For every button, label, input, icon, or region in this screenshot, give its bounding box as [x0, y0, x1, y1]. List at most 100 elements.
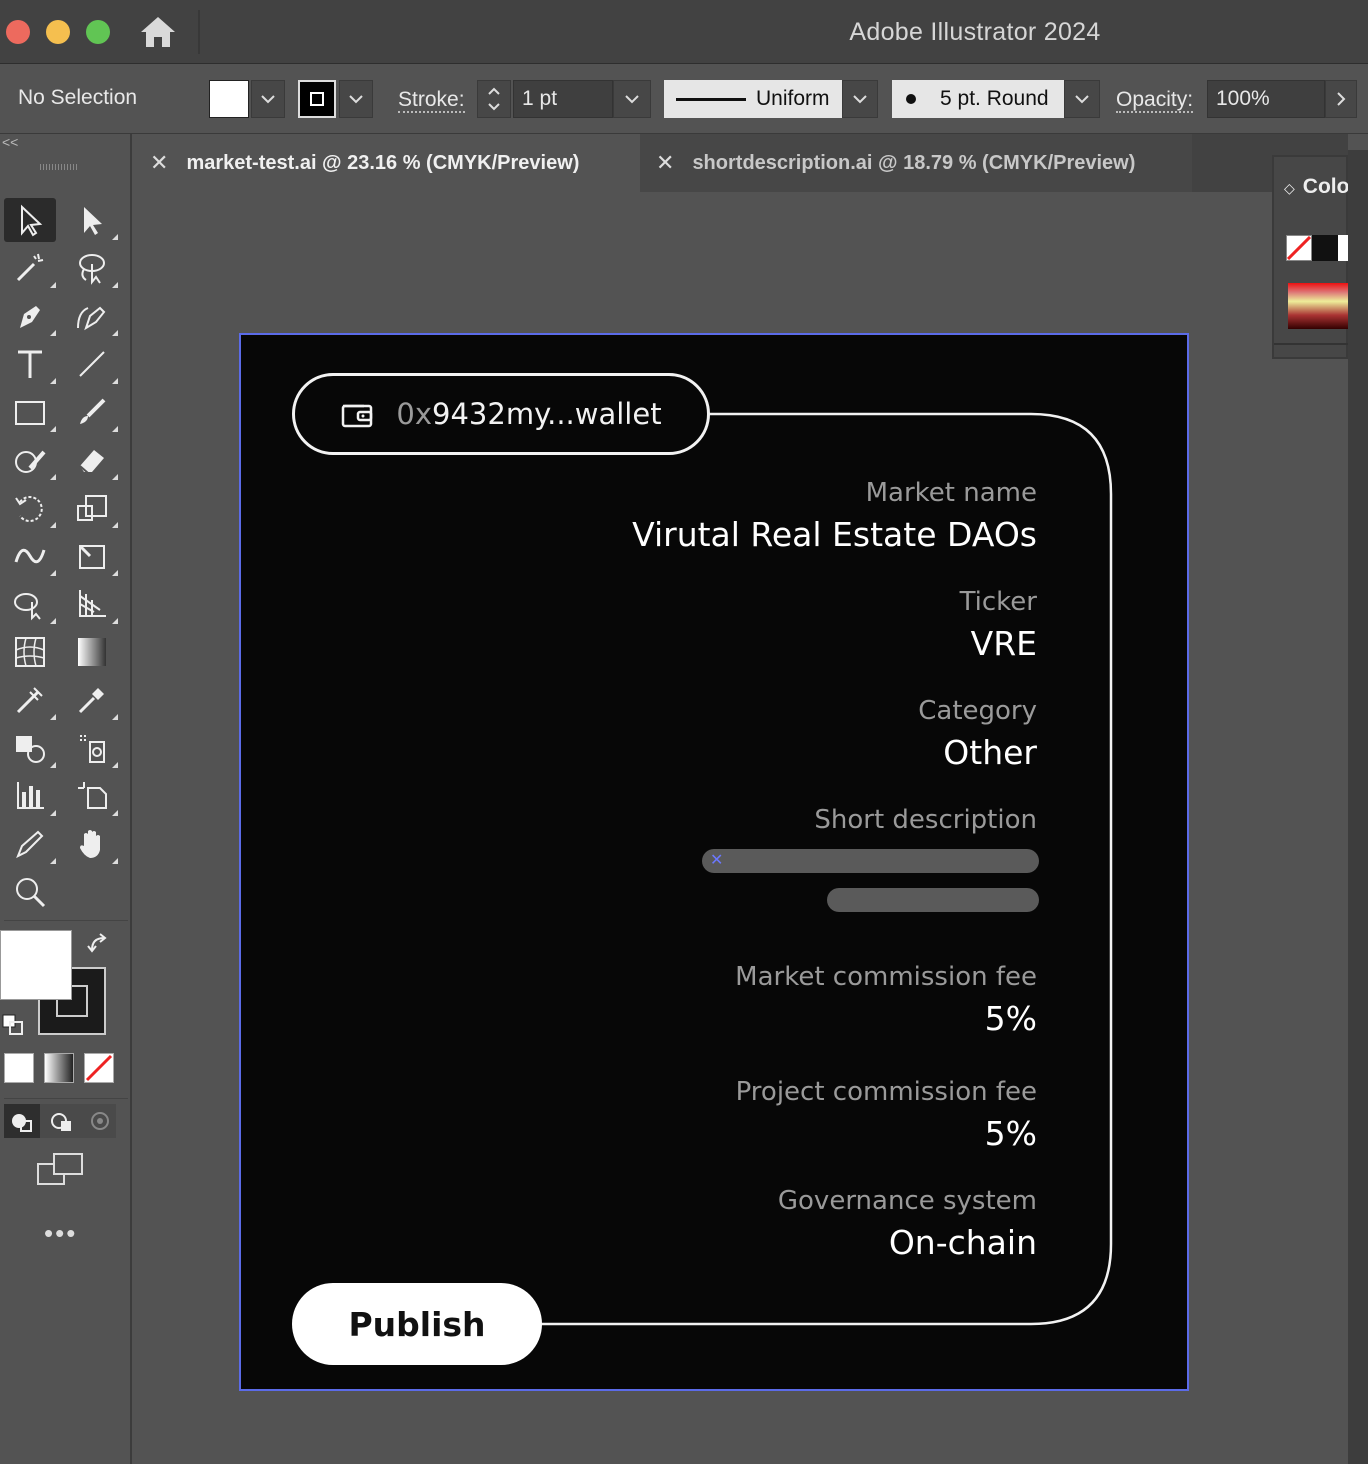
more-tools-icon[interactable]: •••	[44, 1218, 77, 1249]
rotate-tool[interactable]	[4, 486, 56, 530]
market-name-label: Market name	[865, 478, 1037, 508]
zoom-tool[interactable]	[4, 870, 56, 914]
brush-dropdown-button[interactable]	[1064, 80, 1100, 118]
pen-nib-icon	[20, 306, 40, 328]
slice-tool[interactable]	[4, 822, 56, 866]
stroke-color-dropdown-button[interactable]	[339, 80, 373, 118]
eraser-tool[interactable]	[66, 438, 118, 482]
title-separator	[198, 10, 200, 54]
governance-system-value: On-chain	[888, 1223, 1037, 1262]
close-window-button[interactable]	[6, 20, 30, 44]
short-description-label: Short description	[814, 805, 1037, 835]
fill-color-box[interactable]	[0, 930, 72, 1000]
column-graph-tool[interactable]	[4, 774, 56, 818]
brush-definition-value: 5 pt. Round	[940, 87, 1049, 110]
type-t-icon	[18, 350, 42, 378]
symbol-sprayer-tool[interactable]	[66, 726, 118, 770]
live-paint-icon	[16, 736, 45, 763]
wallet-icon	[342, 404, 373, 428]
tab-shortdescription[interactable]: ✕ shortdescription.ai @ 18.79 % (CMYK/Pr…	[640, 134, 1192, 192]
rectangle-icon	[15, 401, 45, 425]
fill-color-swatch[interactable]	[209, 80, 249, 118]
magnifier-icon	[16, 878, 46, 908]
draw-normal-button[interactable]	[4, 1104, 40, 1138]
swap-fill-stroke-icon[interactable]	[86, 930, 114, 963]
lasso-tool[interactable]	[66, 246, 118, 290]
project-commission-fee-label: Project commission fee	[735, 1077, 1037, 1107]
wallet-prefix: 0x	[396, 397, 433, 431]
column-graph-icon	[17, 782, 44, 809]
artboard-tool[interactable]	[66, 774, 118, 818]
color-mode-button[interactable]	[4, 1053, 34, 1083]
none-swatch[interactable]	[1286, 235, 1312, 261]
live-paint-bucket-tool[interactable]	[4, 726, 56, 770]
screen-mode-button[interactable]	[36, 1152, 84, 1193]
market-name-value: Virutal Real Estate DAOs	[632, 515, 1037, 554]
none-mode-button[interactable]	[84, 1053, 114, 1083]
stroke-label[interactable]: Stroke:	[398, 89, 465, 113]
paintbrush-tool[interactable]	[66, 390, 118, 434]
pen-tool[interactable]	[4, 294, 56, 338]
home-icon[interactable]	[138, 14, 178, 50]
blend-icon	[16, 687, 43, 714]
gradient-mode-button[interactable]	[44, 1053, 74, 1083]
wallet-address-pill[interactable]: 0x 9432my...wallet	[292, 373, 710, 455]
wallet-address: 9432my...wallet	[432, 397, 662, 431]
category-value: Other	[943, 733, 1037, 772]
shape-builder-tool[interactable]	[4, 582, 56, 626]
rectangle-tool[interactable]	[4, 390, 56, 434]
close-tab-icon[interactable]: ✕	[150, 150, 168, 176]
line-segment-icon	[79, 351, 105, 377]
draw-behind-icon	[51, 1113, 71, 1131]
eyedropper-tool[interactable]	[66, 678, 118, 722]
stroke-color-swatch[interactable]	[298, 80, 336, 118]
profile-dropdown-button[interactable]	[842, 80, 878, 118]
perspective-grid-tool[interactable]	[66, 582, 118, 626]
gradient-tool[interactable]	[66, 630, 118, 674]
hand-tool[interactable]	[66, 822, 118, 866]
default-fill-stroke-icon[interactable]	[2, 1014, 24, 1041]
width-tool[interactable]	[4, 534, 56, 578]
stroke-weight-input[interactable]: 1 pt	[513, 80, 613, 118]
blend-tool[interactable]	[4, 678, 56, 722]
panel-grip[interactable]	[40, 164, 78, 170]
stroke-weight-stepper[interactable]	[477, 80, 511, 118]
mesh-tool[interactable]	[4, 630, 56, 674]
line-segment-tool[interactable]	[66, 342, 118, 386]
variable-width-profile-value: Uniform	[756, 87, 830, 110]
stroke-weight-dropdown-button[interactable]	[613, 80, 651, 118]
tab-market-test[interactable]: ✕ market-test.ai @ 23.16 % (CMYK/Preview…	[134, 134, 640, 192]
curvature-pen-icon	[77, 306, 106, 331]
artboard-icon	[78, 782, 107, 809]
publish-button[interactable]: Publish	[292, 1283, 542, 1365]
tab-label: shortdescription.ai @ 18.79 % (CMYK/Prev…	[692, 151, 1136, 174]
selection-tool[interactable]	[4, 198, 56, 242]
color-panel-title[interactable]: ◇ Colo	[1284, 175, 1349, 199]
type-tool[interactable]	[4, 342, 56, 386]
minimize-window-button[interactable]	[46, 20, 70, 44]
draw-inside-button[interactable]	[82, 1104, 118, 1138]
opacity-expand-button[interactable]	[1325, 80, 1357, 118]
draw-behind-button[interactable]	[44, 1104, 80, 1138]
close-tab-icon[interactable]: ✕	[656, 150, 674, 176]
collapse-panel-icon[interactable]: <<	[2, 134, 18, 150]
artboard[interactable]: 0x 9432my...wallet Market name Virutal Re…	[239, 333, 1189, 1391]
fill-dropdown-button[interactable]	[251, 80, 285, 118]
variable-width-profile-select[interactable]: Uniform	[664, 80, 842, 118]
black-swatch[interactable]	[1312, 235, 1338, 261]
lasso-icon	[79, 254, 105, 285]
shape-builder-icon	[14, 593, 41, 621]
shaper-tool[interactable]	[4, 438, 56, 482]
direct-selection-tool[interactable]	[66, 198, 118, 242]
short-description-placeholder-line: ✕	[702, 849, 1039, 873]
magic-wand-tool[interactable]	[4, 246, 56, 290]
opacity-input[interactable]: 100%	[1207, 80, 1325, 118]
free-transform-tool[interactable]	[66, 534, 118, 578]
scale-tool[interactable]	[66, 486, 118, 530]
panel-toggle-icon[interactable]: ◇	[1284, 180, 1295, 196]
curvature-tool[interactable]	[66, 294, 118, 338]
brush-definition-select[interactable]: 5 pt. Round	[892, 80, 1064, 118]
color-spectrum[interactable]	[1288, 283, 1350, 329]
opacity-label[interactable]: Opacity:	[1116, 89, 1194, 113]
zoom-window-button[interactable]	[86, 20, 110, 44]
